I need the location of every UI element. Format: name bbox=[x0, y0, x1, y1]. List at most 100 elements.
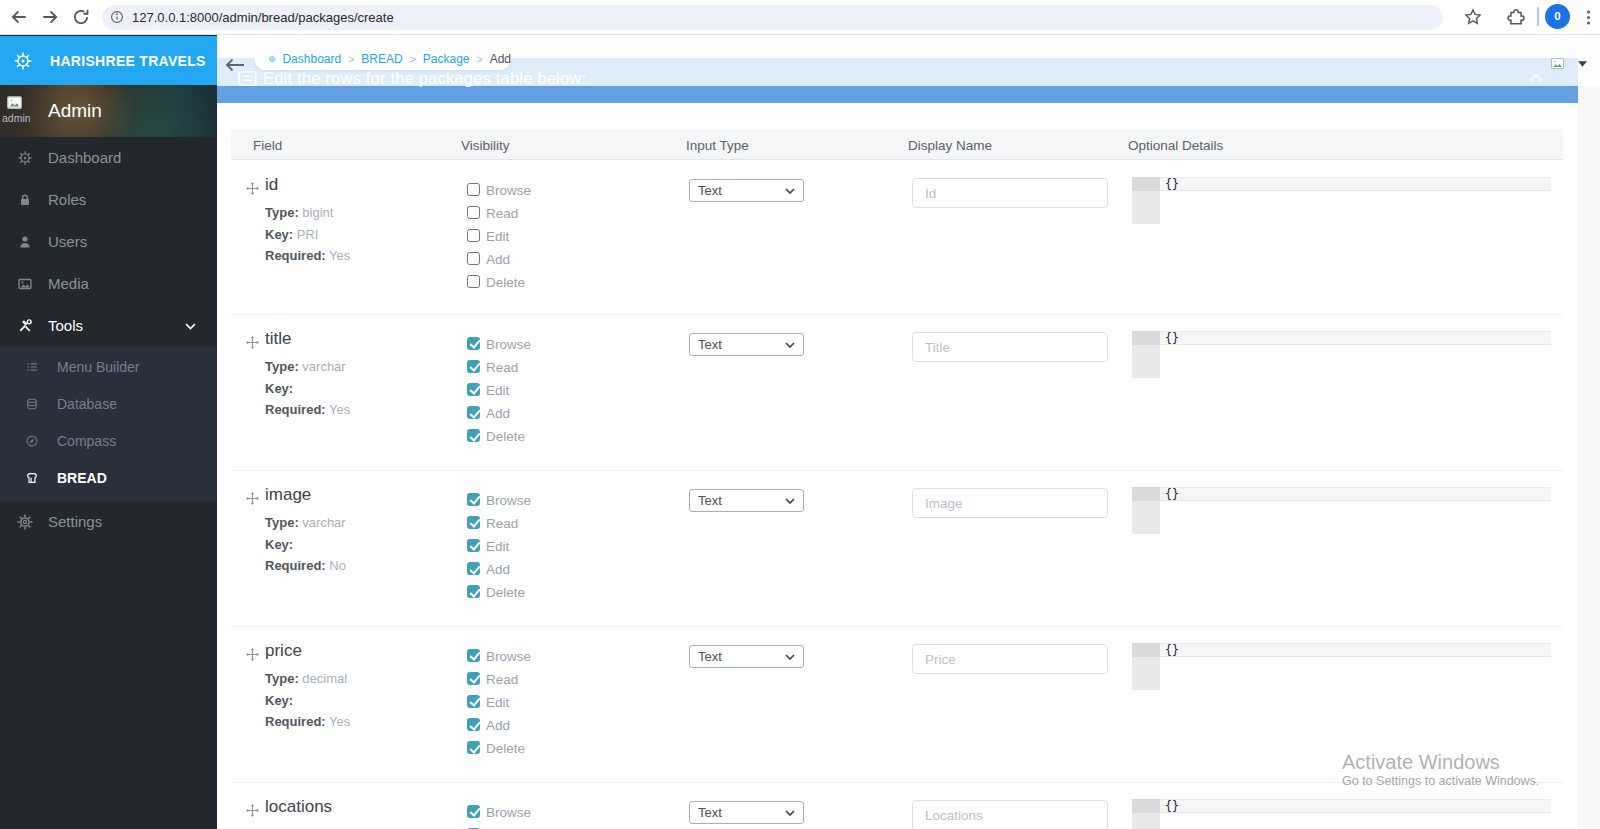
visibility-checkbox-edit[interactable] bbox=[467, 695, 480, 708]
panel-body: FieldVisibilityInput TypeDisplay NameOpt… bbox=[217, 103, 1577, 829]
sidebar-menu: DashboardRolesUsersMediaToolsMenu Builde… bbox=[0, 137, 217, 543]
display-name-input[interactable] bbox=[912, 488, 1108, 518]
sidebar-item-label: Users bbox=[48, 221, 87, 263]
image-icon bbox=[17, 276, 33, 292]
field-name: price bbox=[265, 641, 302, 661]
visibility-checkbox-browse[interactable] bbox=[467, 337, 480, 350]
optional-details-editor[interactable]: {} bbox=[1132, 177, 1551, 224]
optional-details-editor[interactable]: {} bbox=[1132, 799, 1551, 829]
visibility-checkbox-read[interactable] bbox=[467, 360, 480, 373]
breadcrumb-item-package[interactable]: Package bbox=[423, 52, 470, 66]
checkbox-label: Add bbox=[486, 253, 510, 267]
editor-active-line bbox=[1160, 331, 1551, 345]
sidebar-item-media[interactable]: Media bbox=[0, 263, 217, 305]
field-details: Type: decimalKey: Required: Yes bbox=[265, 668, 350, 733]
visibility-checkbox-delete[interactable] bbox=[467, 275, 480, 288]
sidebar-item-tools[interactable]: Tools bbox=[0, 305, 217, 347]
bookmark-star-icon[interactable] bbox=[1464, 8, 1482, 26]
visibility-checkbox-add[interactable] bbox=[467, 406, 480, 419]
drag-handle-icon[interactable] bbox=[246, 804, 259, 817]
lock-icon bbox=[17, 192, 33, 208]
bread-row-image: imageType: varcharKey: Required: NoBrows… bbox=[217, 470, 1577, 626]
field-details: Type: varcharKey: Required: Yes bbox=[265, 356, 350, 421]
checkbox-label: Read bbox=[486, 207, 518, 221]
back-arrow-icon[interactable] bbox=[225, 58, 245, 72]
sidebar-item-menu-builder[interactable]: Menu Builder bbox=[0, 349, 217, 386]
bread-icon bbox=[25, 471, 39, 485]
breadcrumb-item-dashboard[interactable]: Dashboard bbox=[282, 52, 341, 66]
extensions-icon[interactable] bbox=[1507, 8, 1525, 26]
user-menu-caret-icon[interactable] bbox=[1578, 61, 1587, 67]
sidebar-item-database[interactable]: Database bbox=[0, 386, 217, 423]
browser-menu-icon[interactable] bbox=[1586, 9, 1591, 26]
sidebar-item-dashboard[interactable]: Dashboard bbox=[0, 137, 217, 179]
database-icon bbox=[25, 397, 39, 411]
visibility-checkbox-edit[interactable] bbox=[467, 383, 480, 396]
visibility-checkbox-edit[interactable] bbox=[467, 539, 480, 552]
sidebar-item-label: Media bbox=[48, 263, 89, 305]
input-type-select[interactable]: Text bbox=[689, 179, 804, 202]
display-name-input[interactable] bbox=[912, 332, 1108, 362]
optional-details-editor[interactable]: {} bbox=[1132, 331, 1551, 378]
visibility-checkbox-delete[interactable] bbox=[467, 429, 480, 442]
user-avatar-broken-icon[interactable] bbox=[1550, 56, 1565, 71]
visibility-checkbox-add[interactable] bbox=[467, 718, 480, 731]
display-name-input[interactable] bbox=[912, 800, 1108, 829]
sidebar-item-compass[interactable]: Compass bbox=[0, 423, 217, 460]
optional-details-editor[interactable]: {} bbox=[1132, 643, 1551, 690]
visibility-checkbox-read[interactable] bbox=[467, 672, 480, 685]
helm-icon bbox=[13, 51, 33, 71]
drag-handle-icon[interactable] bbox=[246, 492, 259, 505]
sidebar-item-label: Compass bbox=[57, 423, 116, 460]
checkbox-label: Browse bbox=[486, 494, 531, 508]
field-detail-line: Key: bbox=[265, 690, 350, 712]
field-detail-line: Key: bbox=[265, 534, 346, 556]
checkbox-label: Read bbox=[486, 673, 518, 687]
input-type-select[interactable]: Text bbox=[689, 645, 804, 668]
visibility-checkbox-add[interactable] bbox=[467, 252, 480, 265]
breadcrumb-item-bread[interactable]: BREAD bbox=[361, 52, 402, 66]
field-detail-line: Required: No bbox=[265, 555, 346, 577]
display-name-input[interactable] bbox=[912, 178, 1108, 208]
sidebar-item-users[interactable]: Users bbox=[0, 221, 217, 263]
visibility-checkbox-browse[interactable] bbox=[467, 805, 480, 818]
site-info-icon[interactable] bbox=[110, 10, 124, 24]
drag-handle-icon[interactable] bbox=[246, 336, 259, 349]
sidebar-user-block[interactable] bbox=[0, 85, 217, 137]
input-type-select[interactable]: Text bbox=[689, 489, 804, 512]
select-chevron-icon bbox=[785, 188, 795, 194]
optional-details-editor[interactable]: {} bbox=[1132, 487, 1551, 534]
bread-row-title: titleType: varcharKey: Required: YesBrow… bbox=[217, 314, 1577, 470]
display-name-input[interactable] bbox=[912, 644, 1108, 674]
browser-reload-icon[interactable] bbox=[72, 8, 90, 26]
visibility-checkbox-delete[interactable] bbox=[467, 585, 480, 598]
drag-handle-icon[interactable] bbox=[246, 182, 259, 195]
visibility-checkbox-edit[interactable] bbox=[467, 229, 480, 242]
select-chevron-icon bbox=[785, 342, 795, 348]
visibility-checkbox-add[interactable] bbox=[467, 562, 480, 575]
drag-handle-icon[interactable] bbox=[246, 648, 259, 661]
row-divider bbox=[231, 470, 1563, 471]
visibility-checkbox-browse[interactable] bbox=[467, 649, 480, 662]
column-header-input-type: Input Type bbox=[686, 131, 749, 161]
main-content: Edit the rows for the packages table bel… bbox=[217, 35, 1600, 829]
checkbox-label: Delete bbox=[486, 742, 525, 756]
checkbox-label: Read bbox=[486, 517, 518, 531]
sidebar-item-roles[interactable]: Roles bbox=[0, 179, 217, 221]
sidebar-item-settings[interactable]: Settings bbox=[0, 501, 217, 543]
input-type-select[interactable]: Text bbox=[689, 801, 804, 824]
browser-forward-icon[interactable] bbox=[41, 8, 59, 26]
checkbox-label: Browse bbox=[486, 338, 531, 352]
input-type-select[interactable]: Text bbox=[689, 333, 804, 356]
browser-back-icon[interactable] bbox=[10, 8, 28, 26]
sidebar-item-bread[interactable]: BREAD bbox=[0, 460, 217, 497]
visibility-checkbox-read[interactable] bbox=[467, 516, 480, 529]
profile-avatar[interactable]: 0 bbox=[1545, 4, 1570, 29]
editor-code: {} bbox=[1165, 800, 1179, 813]
sidebar-brand[interactable]: HARISHREE TRAVELS bbox=[0, 36, 217, 85]
visibility-checkbox-read[interactable] bbox=[467, 206, 480, 219]
visibility-checkbox-browse[interactable] bbox=[467, 183, 480, 196]
visibility-checkbox-delete[interactable] bbox=[467, 741, 480, 754]
toolbar-divider bbox=[1537, 7, 1539, 26]
visibility-checkbox-browse[interactable] bbox=[467, 493, 480, 506]
